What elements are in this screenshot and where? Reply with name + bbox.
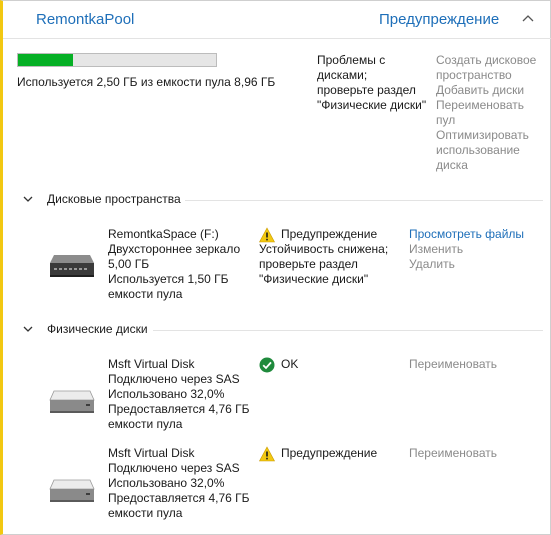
physical-disk-name: Msft Virtual Disk: [108, 446, 195, 460]
view-files-link[interactable]: Просмотреть файлы: [409, 227, 539, 242]
storage-space-name: RemontkaSpace (F:): [108, 227, 219, 241]
spaces-section-title: Дисковые пространства: [47, 192, 181, 206]
storage-space-drive-icon: [50, 255, 94, 277]
physical-disk-detail: Предоставляется 4,76 ГБ: [108, 491, 250, 505]
pool-actions: Создать дисковое пространство Добавить д…: [436, 53, 546, 173]
rename-pool-link[interactable]: Переименовать пул: [436, 98, 546, 128]
storage-pool-panel: RemontkaPool Предупреждение Используется…: [0, 0, 551, 535]
storage-space-info: RemontkaSpace (F:) Двухстороннее зеркало…: [108, 227, 258, 302]
physical-disk-info: Msft Virtual Disk Подключено через SAS И…: [108, 357, 258, 432]
chevron-down-icon[interactable]: [23, 195, 33, 203]
physical-disk-detail: Подключено через SAS: [108, 461, 240, 475]
physical-disk-name: Msft Virtual Disk: [108, 357, 195, 371]
hard-disk-icon: [49, 479, 95, 502]
hard-disk-icon: [49, 390, 95, 413]
storage-space-detail: Используется 1,50 ГБ: [108, 272, 229, 286]
delete-space-link[interactable]: Удалить: [409, 257, 539, 272]
physical-disk-detail: Предоставляется 4,76 ГБ: [108, 402, 250, 416]
physical-disk-detail: емкости пула: [108, 417, 183, 431]
physical-disk-status: Предупреждение: [259, 446, 399, 461]
pool-header[interactable]: RemontkaPool Предупреждение: [3, 1, 551, 39]
rename-disk-link[interactable]: Переименовать: [409, 357, 539, 372]
physical-disk-detail: Использовано 32,0%: [108, 387, 225, 401]
storage-space-status-detail: Устойчивость снижена; проверьте раздел "…: [259, 242, 389, 286]
storage-space-status-label: Предупреждение: [281, 227, 378, 241]
create-space-link[interactable]: Создать дисковое пространство: [436, 53, 546, 83]
section-divider: [153, 330, 543, 331]
chevron-down-icon[interactable]: [23, 325, 33, 333]
storage-space-detail: 5,00 ГБ: [108, 257, 150, 271]
storage-space-detail: емкости пула: [108, 287, 183, 301]
disks-section-header[interactable]: Физические диски: [23, 322, 543, 338]
pool-name: RemontkaPool: [36, 11, 135, 28]
optimize-usage-link[interactable]: Оптимизировать использование диска: [436, 128, 546, 173]
physical-disk-detail: Использовано 32,0%: [108, 476, 225, 490]
disks-section-title: Физические диски: [47, 322, 148, 336]
pool-usage-fill: [18, 54, 74, 66]
chevron-up-icon[interactable]: [521, 13, 535, 23]
pool-usage-text: Используется 2,50 ГБ из емкости пула 8,9…: [17, 75, 276, 89]
pool-usage-bar: [17, 53, 217, 67]
physical-disk-status: OK: [259, 357, 399, 372]
physical-disk-status-label: Предупреждение: [281, 446, 378, 460]
change-space-link[interactable]: Изменить: [409, 242, 539, 257]
add-disks-link[interactable]: Добавить диски: [436, 83, 546, 98]
pool-status: Предупреждение: [379, 11, 500, 28]
physical-disk-detail: Подключено через SAS: [108, 372, 240, 386]
physical-disk-actions: Переименовать: [409, 357, 539, 372]
physical-disk-status-label: OK: [281, 357, 299, 371]
physical-disk-detail: емкости пула: [108, 506, 183, 520]
spaces-section-header[interactable]: Дисковые пространства: [23, 192, 543, 208]
physical-disk-actions: Переименовать: [409, 446, 539, 461]
pool-problem-text: Проблемы с дисками; проверьте раздел "Фи…: [317, 53, 427, 112]
rename-disk-link[interactable]: Переименовать: [409, 446, 539, 461]
storage-space-actions: Просмотреть файлы Изменить Удалить: [409, 227, 539, 272]
section-divider: [185, 200, 543, 201]
physical-disk-info: Msft Virtual Disk Подключено через SAS И…: [108, 446, 258, 521]
storage-space-status: Предупреждение Устойчивость снижена; про…: [259, 227, 399, 287]
storage-space-detail: Двухстороннее зеркало: [108, 242, 241, 256]
